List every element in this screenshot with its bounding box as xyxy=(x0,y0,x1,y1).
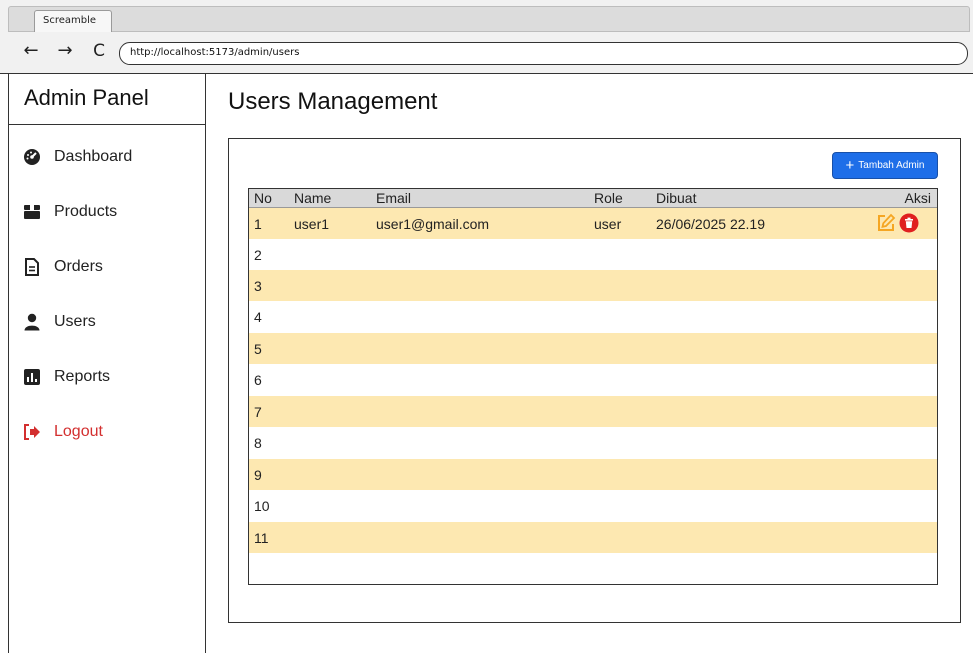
header-dibuat: Dibuat xyxy=(656,190,697,206)
box-icon xyxy=(23,203,41,221)
header-role: Role xyxy=(594,190,623,206)
sidebar-item-reports[interactable]: Reports xyxy=(23,362,110,392)
header-name: Name xyxy=(294,190,332,206)
plus-icon: + xyxy=(845,157,855,174)
cell-no: 10 xyxy=(254,497,270,514)
sidebar-item-users[interactable]: Users xyxy=(23,307,96,337)
cell-no: 5 xyxy=(254,340,262,357)
cell-no: 11 xyxy=(254,529,269,546)
cell-email: user1@gmail.com xyxy=(376,215,490,232)
cell-no: 2 xyxy=(254,246,262,263)
sidebar-item-orders[interactable]: Orders xyxy=(23,252,103,282)
tab-strip xyxy=(8,6,970,32)
back-button[interactable]: ← xyxy=(20,40,42,62)
document-icon xyxy=(23,258,41,276)
logout-icon xyxy=(23,423,41,441)
cell-no: 4 xyxy=(254,308,262,325)
page-title: Users Management xyxy=(228,88,438,115)
sidebar-item-label: Orders xyxy=(54,258,103,275)
reload-button[interactable]: C xyxy=(88,40,110,62)
cell-no: 1 xyxy=(254,215,262,232)
chart-icon xyxy=(23,368,41,386)
sidebar-item-label: Logout xyxy=(54,423,103,440)
table-row: 5 xyxy=(249,333,937,364)
table-row: 8 xyxy=(249,427,937,458)
table-row: 1 user1 user1@gmail.com user 26/06/2025 … xyxy=(249,208,937,239)
sidebar-item-dashboard[interactable]: Dashboard xyxy=(23,142,132,172)
header-aksi: Aksi xyxy=(904,190,931,206)
table-row: 4 xyxy=(249,301,937,332)
sidebar-item-products[interactable]: Products xyxy=(23,197,117,227)
cell-name: user1 xyxy=(294,215,330,232)
sidebar-item-label: Users xyxy=(54,313,96,330)
sidebar-item-label: Reports xyxy=(54,368,111,385)
cell-dibuat: 26/06/2025 22.19 xyxy=(656,215,765,232)
add-admin-button[interactable]: + Tambah Admin xyxy=(832,152,938,179)
sidebar-item-label: Products xyxy=(54,203,118,220)
user-icon xyxy=(23,313,41,331)
browser-tab[interactable]: Screamble xyxy=(34,10,112,32)
table-row: 7 xyxy=(249,396,937,427)
edit-icon[interactable] xyxy=(876,213,896,233)
sidebar-item-logout[interactable]: Logout xyxy=(23,417,103,447)
table-header: No Name Email Role Dibuat Aksi xyxy=(249,189,937,208)
cell-no: 9 xyxy=(254,466,262,483)
add-admin-label: Tambah Admin xyxy=(858,160,925,171)
table-row: 2 xyxy=(249,239,937,270)
gauge-icon xyxy=(23,148,41,166)
table-row: 3 xyxy=(249,270,937,301)
table-row: 6 xyxy=(249,364,937,395)
cell-no: 3 xyxy=(254,277,262,294)
cell-no: 6 xyxy=(254,371,262,388)
cell-no: 7 xyxy=(254,403,262,420)
cell-role: user xyxy=(594,215,622,232)
sidebar-item-label: Dashboard xyxy=(54,148,133,165)
row-actions xyxy=(876,213,919,233)
browser-toolbar: Screamble ← → C http://localhost:5173/ad… xyxy=(0,0,973,74)
header-no: No xyxy=(254,190,272,206)
cell-no: 8 xyxy=(254,434,262,451)
table-row: 9 xyxy=(249,459,937,490)
header-email: Email xyxy=(376,190,412,206)
delete-icon[interactable] xyxy=(899,213,919,233)
table-row: 10 xyxy=(249,490,937,521)
table-row: 11 xyxy=(249,522,937,553)
forward-button[interactable]: → xyxy=(54,40,76,62)
address-bar[interactable]: http://localhost:5173/admin/users xyxy=(119,42,968,65)
sidebar-title: Admin Panel xyxy=(9,74,205,125)
sidebar: Admin Panel Dashboard Products Orders Us… xyxy=(8,74,206,653)
users-table: No Name Email Role Dibuat Aksi 1 user1 u… xyxy=(248,188,938,585)
